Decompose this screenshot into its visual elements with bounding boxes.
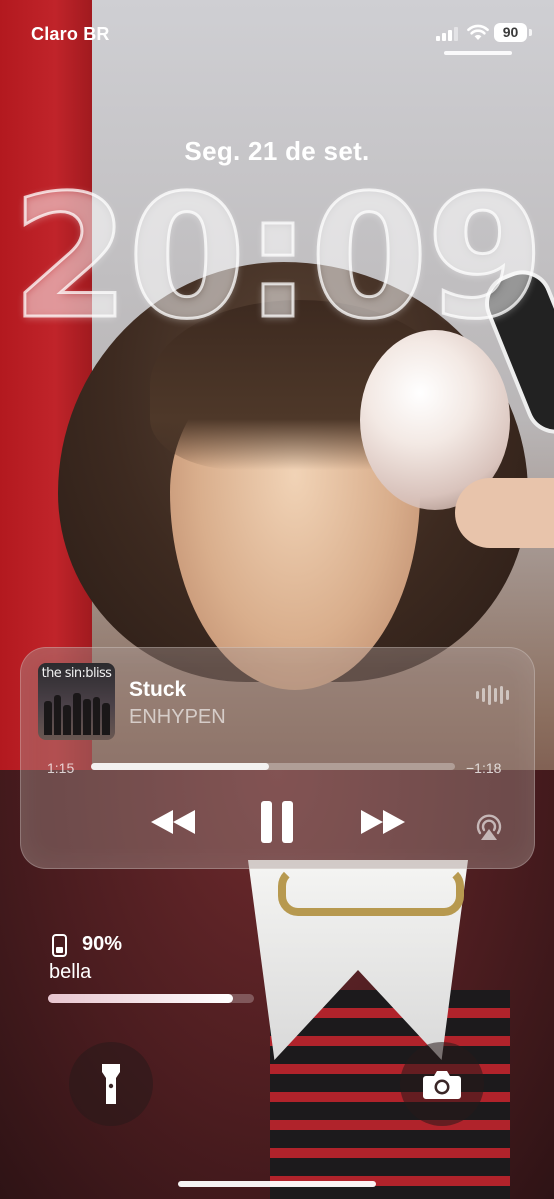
flashlight-button[interactable] — [69, 1042, 153, 1126]
wifi-icon — [467, 24, 489, 40]
camera-button[interactable] — [400, 1042, 484, 1126]
battery-widget[interactable]: 90% bella — [48, 930, 258, 1010]
carrier-label: Claro BR — [31, 24, 110, 44]
elapsed-time: 1:15 — [47, 760, 75, 776]
now-playing-widget[interactable]: the sin:bliss Stuck ENHYPEN 1:15 −1:18 — [20, 647, 535, 869]
fast-forward-button[interactable] — [355, 798, 411, 846]
wallpaper-hand — [455, 478, 554, 548]
home-indicator[interactable] — [178, 1181, 376, 1187]
song-title: Stuck — [129, 678, 187, 701]
lock-clock: 20:09 — [10, 159, 546, 357]
notification-handle[interactable] — [444, 51, 512, 55]
pause-button[interactable] — [253, 798, 301, 846]
playback-scrubber[interactable] — [91, 763, 455, 770]
status-bar: Claro BR 90 — [0, 0, 554, 60]
playback-progress — [91, 763, 270, 770]
rewind-button[interactable] — [145, 798, 201, 846]
flashlight-icon — [102, 1064, 120, 1104]
battery-percent: 90% — [82, 933, 123, 955]
wallpaper-necklace — [278, 866, 464, 916]
pause-icon — [261, 801, 293, 843]
audio-wave-icon — [476, 684, 509, 706]
album-art-title: the sin:bliss — [41, 666, 112, 681]
battery-level-fill — [48, 994, 234, 1003]
cellular-signal-icon — [436, 25, 460, 41]
artist-name: ENHYPEN — [129, 706, 226, 728]
device-name: bella — [49, 961, 92, 983]
rewind-icon — [151, 810, 195, 834]
album-art-figures — [44, 691, 111, 735]
airplay-icon — [476, 814, 502, 840]
remaining-time: −1:18 — [466, 760, 502, 776]
iphone-icon — [52, 934, 67, 957]
battery-nub — [529, 29, 532, 36]
battery-level-bar — [48, 994, 254, 1003]
camera-icon — [423, 1071, 461, 1099]
battery-icon: 90 — [494, 23, 527, 42]
album-art[interactable]: the sin:bliss — [38, 663, 115, 740]
airplay-button[interactable] — [471, 803, 507, 851]
fast-forward-icon — [361, 810, 405, 834]
